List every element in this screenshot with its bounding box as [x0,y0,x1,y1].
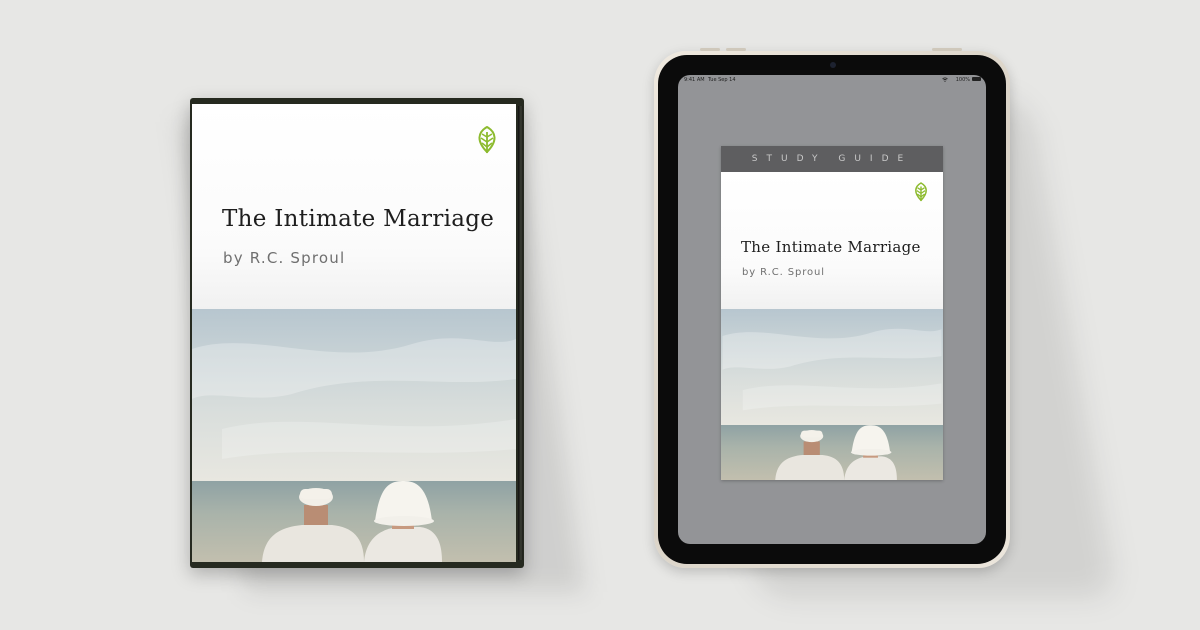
top-button [932,48,962,51]
dvd-cover: The Intimate Marriage by R.C. Sproul [192,104,516,562]
study-guide-band: STUDY GUIDE [721,146,943,172]
tree-leaf-icon [915,182,927,202]
status-bar: 9:41 AM Tue Sep 14 100% [678,75,986,85]
dvd-spine [518,106,523,560]
battery-icon [972,77,981,81]
couple-figures [192,338,516,562]
product-mockup: The Intimate Marriage by R.C. Sproul 9:4… [0,0,1200,630]
dvd-case: The Intimate Marriage by R.C. Sproul [190,98,524,568]
book-author: by R.C. Sproul [742,267,825,278]
volume-button-up [700,48,720,51]
tree-leaf-icon [478,126,496,154]
dvd-title: The Intimate Marriage [222,206,495,232]
couple-figures [722,328,942,480]
ipad-frame: 9:41 AM Tue Sep 14 100% STUDY GUIDE The … [654,48,1010,568]
wifi-icon [942,77,948,82]
status-time: 9:41 AM [684,77,705,83]
study-guide-book[interactable]: STUDY GUIDE The Intimate Marriage by R.C… [721,146,943,480]
book-cover-photo [721,309,943,480]
book-cover-header: The Intimate Marriage by R.C. Sproul [721,172,943,309]
ipad-screen: 9:41 AM Tue Sep 14 100% STUDY GUIDE The … [678,75,986,544]
ipad-bezel: 9:41 AM Tue Sep 14 100% STUDY GUIDE The … [658,55,1006,564]
status-date: Tue Sep 14 [708,77,736,83]
volume-button-down [726,48,746,51]
book-title: The Intimate Marriage [741,238,921,256]
battery-percent: 100% [955,77,970,83]
dvd-cover-header: The Intimate Marriage by R.C. Sproul [192,104,516,309]
dvd-author: by R.C. Sproul [223,249,346,267]
dvd-cover-photo [192,309,516,562]
camera-icon [830,62,836,68]
